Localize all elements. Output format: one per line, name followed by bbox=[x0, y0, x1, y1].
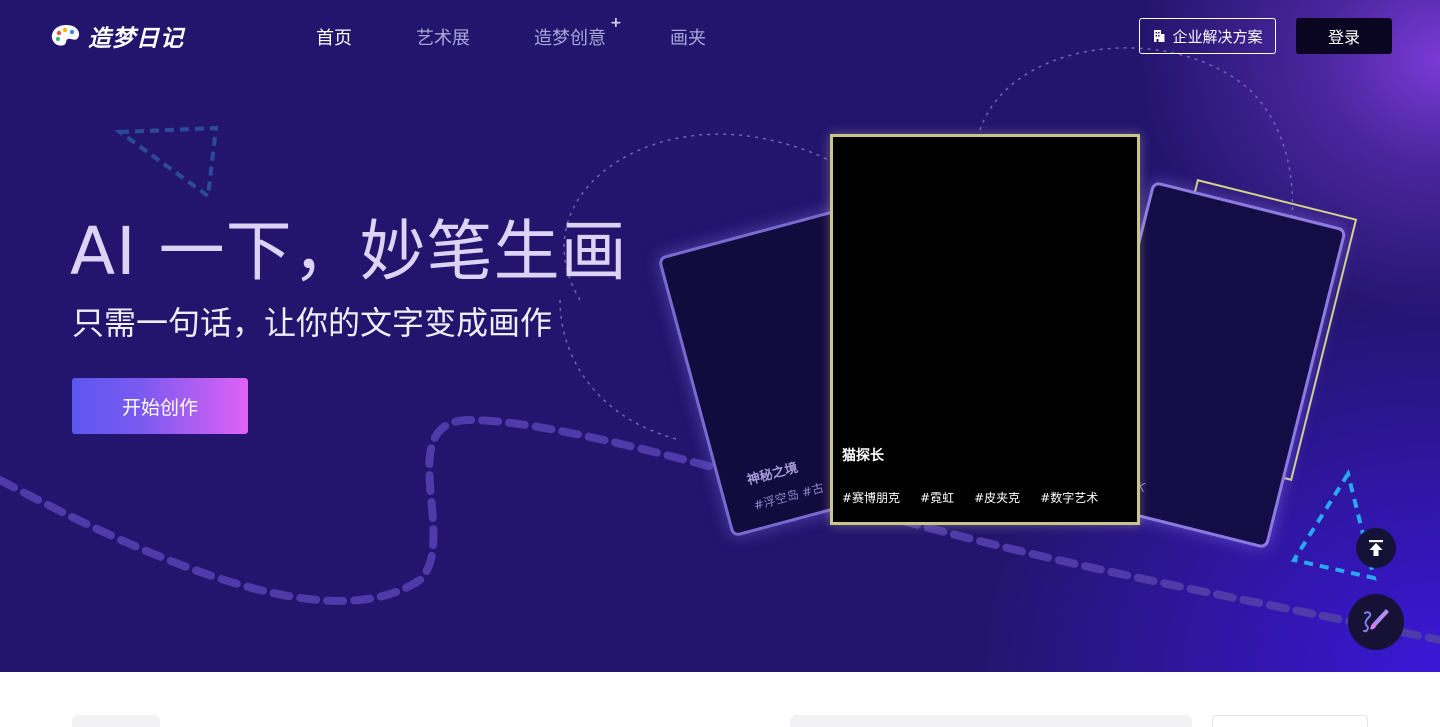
nav-art-exhibition[interactable]: 艺术展 bbox=[416, 24, 470, 50]
paint-brush-icon bbox=[1363, 609, 1389, 633]
arrow-up-to-line-icon bbox=[1369, 540, 1383, 556]
nav-new-badge: + bbox=[610, 15, 622, 31]
top-navigation: 造梦日记 首页 艺术展 造梦创意 + 画夹 企业解决方案 登录 bbox=[0, 0, 1440, 70]
hero-section: 造梦日记 首页 艺术展 造梦创意 + 画夹 企业解决方案 登录 AI 一下，妙笔… bbox=[0, 0, 1440, 672]
logo[interactable]: 造梦日记 bbox=[50, 20, 184, 52]
hero-subtitle: 只需一句话，让你的文字变成画作 bbox=[72, 304, 553, 342]
nav-dream-creative[interactable]: 造梦创意 bbox=[534, 24, 606, 50]
artwork-tag: #皮夹克 bbox=[974, 491, 1021, 505]
start-creating-button[interactable]: 开始创作 bbox=[72, 378, 248, 434]
section-tab-placeholder bbox=[72, 715, 160, 727]
artwork-card-title: 神秘之境 bbox=[745, 460, 800, 489]
search-bar-placeholder bbox=[790, 715, 1192, 727]
login-button[interactable]: 登录 bbox=[1296, 18, 1392, 54]
nav-album[interactable]: 画夹 bbox=[670, 24, 706, 50]
artwork-tag: #霓虹 bbox=[920, 491, 955, 505]
enterprise-solutions-button[interactable]: 企业解决方案 bbox=[1139, 18, 1276, 54]
back-to-top-button[interactable] bbox=[1356, 528, 1396, 568]
building-icon bbox=[1154, 30, 1165, 42]
artwork-card-title: 猫探长 bbox=[842, 448, 884, 464]
dotted-arc bbox=[559, 299, 681, 441]
enterprise-solutions-label: 企业解决方案 bbox=[1172, 27, 1263, 46]
quick-create-button[interactable] bbox=[1348, 594, 1404, 650]
logo-text: 造梦日记 bbox=[88, 26, 184, 52]
palette-icon bbox=[51, 25, 80, 46]
hero-title: AI 一下，妙笔生画 bbox=[70, 213, 628, 290]
artwork-tag: #赛博朋克 bbox=[842, 491, 901, 505]
triangle-outline bbox=[114, 125, 219, 200]
artwork-card-tags: #赛博朋克 #霓虹 #皮夹克 #数字艺术 bbox=[842, 489, 1098, 506]
artwork-card-featured[interactable]: 猫探长 #赛博朋克 #霓虹 #皮夹克 #数字艺术 bbox=[830, 134, 1140, 525]
artwork-tag: #数字艺术 bbox=[1040, 491, 1099, 505]
filter-button-placeholder bbox=[1212, 715, 1368, 727]
content-section bbox=[0, 672, 1440, 727]
nav-home[interactable]: 首页 bbox=[316, 24, 352, 50]
